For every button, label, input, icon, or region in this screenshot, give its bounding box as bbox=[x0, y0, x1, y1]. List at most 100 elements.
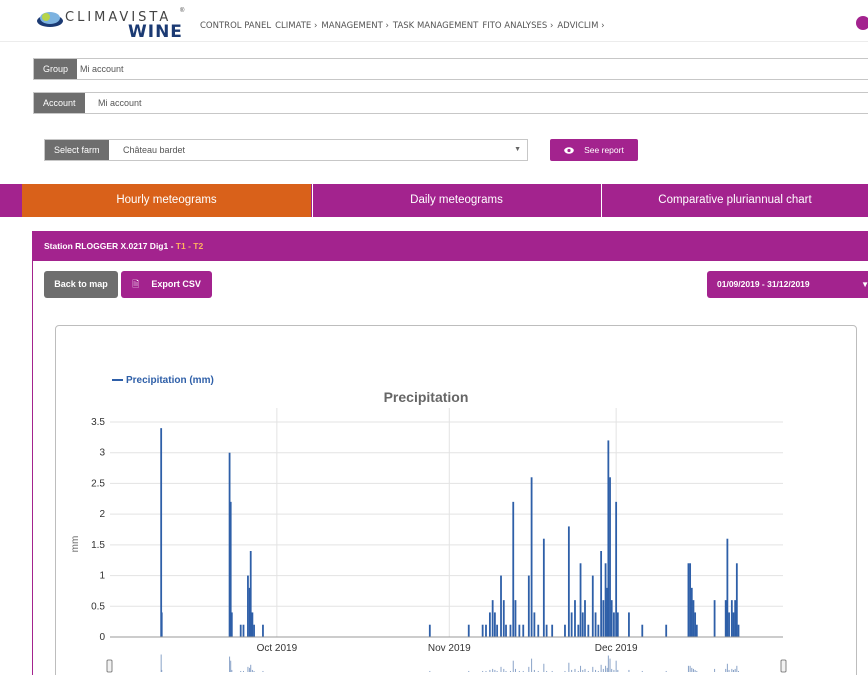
precip-bar bbox=[467, 624, 470, 637]
navigator-bar bbox=[597, 670, 599, 672]
precip-bar bbox=[616, 612, 619, 637]
precip-bar bbox=[641, 624, 644, 637]
farm-value[interactable]: Château bardet bbox=[123, 140, 185, 160]
precip-bar bbox=[577, 624, 580, 637]
precip-bar bbox=[488, 612, 491, 637]
precip-bar bbox=[735, 563, 738, 637]
navigator-bar bbox=[689, 665, 691, 672]
date-range-picker[interactable]: 01/09/2019 - 31/12/2019 ▼ bbox=[707, 271, 868, 298]
account-value[interactable]: Mi account bbox=[98, 93, 142, 113]
precip-bar bbox=[737, 624, 740, 637]
dropdown-caret-icon[interactable]: ▼ bbox=[514, 140, 521, 160]
precip-bar bbox=[607, 440, 610, 637]
t1-link[interactable]: T1 bbox=[176, 241, 186, 251]
navigator-bar bbox=[518, 670, 520, 672]
nav-fito-analyses[interactable]: FITO ANALYSES › bbox=[482, 21, 553, 31]
precip-bar bbox=[481, 624, 484, 637]
navigator-bar bbox=[731, 668, 733, 672]
navigator-bar bbox=[503, 668, 505, 672]
navigator-bar bbox=[694, 669, 696, 672]
station-panel: Station RLOGGER X.0217 Dig1 - T1 - T2 Ba… bbox=[32, 231, 868, 675]
navigator-bar bbox=[602, 668, 604, 672]
brand-sub: WINE bbox=[128, 22, 183, 42]
tab-hourly-meteograms[interactable]: Hourly meteograms bbox=[22, 184, 311, 217]
navigator-bar bbox=[615, 660, 617, 672]
top-header: CLIMAVISTA ® WINE CONTROL PANEL CLIMATE … bbox=[0, 0, 868, 42]
navigator-bar bbox=[468, 670, 470, 672]
nav-control-panel[interactable]: CONTROL PANEL bbox=[200, 21, 271, 31]
navigator-bar bbox=[482, 670, 484, 672]
precip-bar bbox=[581, 612, 584, 637]
navigator-bar bbox=[736, 665, 738, 672]
navigator-bar bbox=[251, 669, 253, 672]
navigator-bar bbox=[489, 669, 491, 672]
precip-bar bbox=[615, 501, 618, 637]
precip-bar bbox=[695, 624, 698, 637]
y-tick-label: 1 bbox=[99, 571, 105, 582]
navigator-bar bbox=[574, 668, 576, 672]
navigator-bar bbox=[691, 667, 693, 672]
navigator-bar bbox=[231, 669, 233, 672]
tab-comparative-pluriannual[interactable]: Comparative pluriannual chart bbox=[601, 184, 868, 217]
precip-bar bbox=[230, 612, 233, 637]
precip-bar bbox=[567, 526, 570, 637]
chart-container: 0 0.5 1 1.5 2 2.5 3 3.5 Oct 2019 Nov 2019 Dec 2019… bbox=[55, 325, 857, 675]
navigator-bar bbox=[726, 663, 728, 672]
nav-climate[interactable]: CLIMATE › bbox=[275, 21, 317, 31]
navigator-bar bbox=[641, 670, 643, 672]
precip-bar bbox=[514, 600, 517, 637]
precip-bar bbox=[428, 624, 431, 637]
user-avatar-icon[interactable] bbox=[856, 16, 868, 30]
back-to-map-button[interactable]: Back to map bbox=[44, 271, 118, 298]
y-tick-label: 3 bbox=[99, 448, 105, 459]
precip-bar bbox=[242, 624, 245, 637]
precip-bar bbox=[591, 575, 594, 637]
navigator-bar bbox=[551, 670, 553, 672]
y-tick-label: 0.5 bbox=[91, 601, 105, 612]
navigator-bar bbox=[592, 666, 594, 672]
navigator-bar bbox=[587, 670, 589, 672]
navigator-bar bbox=[584, 668, 586, 672]
main-nav: CONTROL PANEL CLIMATE › MANAGEMENT › TAS… bbox=[200, 21, 605, 31]
navigator-bar bbox=[230, 660, 232, 672]
export-csv-label: Export CSV bbox=[151, 279, 201, 289]
precip-bar bbox=[251, 612, 254, 637]
navigator-bar bbox=[738, 670, 740, 672]
navigator-bar bbox=[613, 669, 615, 672]
nav-adviclim[interactable]: ADVICLIM › bbox=[557, 21, 604, 31]
see-report-button[interactable]: See report bbox=[550, 139, 638, 161]
climavista-logo[interactable]: CLIMAVISTA ® WINE bbox=[36, 6, 186, 42]
navigator-bar bbox=[240, 670, 242, 672]
navigator-bar bbox=[500, 666, 502, 672]
precip-bar bbox=[247, 575, 249, 637]
navigator-bar bbox=[494, 669, 496, 672]
navigator-bar bbox=[687, 665, 689, 672]
navigator-bar bbox=[505, 670, 507, 672]
cloud-logo-icon bbox=[37, 12, 63, 27]
precip-bar bbox=[728, 612, 730, 637]
navigator-bar bbox=[600, 664, 602, 672]
precip-bar bbox=[732, 612, 735, 637]
farm-select[interactable]: Select farm Château bardet ▼ bbox=[44, 139, 528, 161]
precip-bar bbox=[509, 624, 512, 637]
precip-bar bbox=[610, 600, 613, 637]
navigator-bar bbox=[564, 670, 566, 672]
export-csv-button[interactable]: 🗎 Export CSV bbox=[121, 271, 212, 298]
navigator-bar bbox=[728, 669, 730, 672]
precip-bar bbox=[604, 563, 607, 637]
navigator-bar bbox=[692, 668, 694, 672]
precip-bar bbox=[587, 624, 590, 637]
chart-navigator bbox=[106, 654, 787, 673]
group-value[interactable]: Mi account bbox=[80, 59, 124, 79]
precip-bar bbox=[160, 612, 163, 637]
nav-management[interactable]: MANAGEMENT › bbox=[321, 21, 389, 31]
nav-task-management[interactable]: TASK MANAGEMENT bbox=[393, 21, 478, 31]
precip-bar bbox=[713, 600, 716, 637]
precip-bar bbox=[609, 477, 611, 637]
navigator-bar bbox=[429, 670, 431, 672]
group-field: Group Mi account bbox=[33, 58, 868, 80]
precip-bar bbox=[570, 612, 573, 637]
tab-daily-meteograms[interactable]: Daily meteograms bbox=[312, 184, 600, 217]
t2-link[interactable]: T2 bbox=[193, 241, 203, 251]
precip-bar bbox=[690, 587, 693, 637]
